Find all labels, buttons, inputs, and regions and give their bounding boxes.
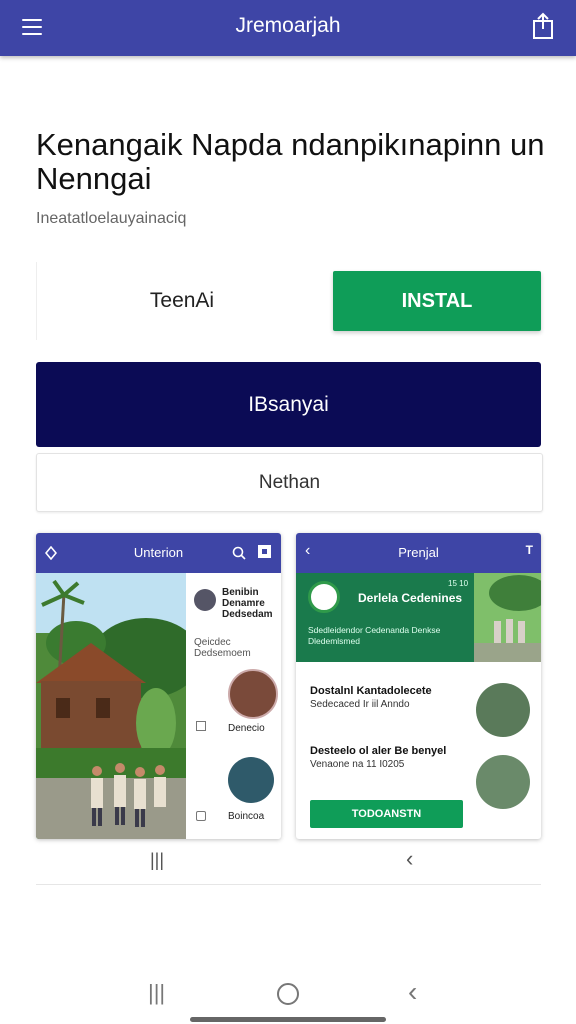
preview-app-bar: ‹ Prenjal T	[296, 533, 541, 573]
divider	[36, 884, 541, 885]
banner-subtitle: Sdedleidendor Cedenanda Denkse Dledemlsm…	[308, 625, 441, 646]
list-thumbnail	[476, 683, 530, 737]
list-item-title: Desteelo ol aler Be benyel	[310, 745, 447, 757]
app-bar: Jremoarjah	[0, 0, 576, 56]
app-subtitle: Ineatatloelauyainaciq	[36, 210, 187, 227]
preview-screenshot-1[interactable]: Unterion Benibin Denamre Dedsedam Qeicde…	[36, 533, 281, 839]
search-icon	[232, 546, 246, 560]
sidebar-label: Denecio	[228, 723, 265, 734]
preview-screenshot-2[interactable]: ‹ Prenjal T Derlela Cedenines 15 10 Sded…	[296, 533, 541, 839]
banner-photo	[474, 573, 541, 662]
avatar	[194, 589, 216, 611]
preview-photo	[36, 573, 186, 839]
preview-action-button: TODOANSTN	[310, 800, 463, 828]
share-icon[interactable]	[532, 12, 554, 40]
list-item-title: Dostalnl Kantadolecete	[310, 685, 432, 697]
qr-icon	[258, 545, 271, 558]
banner-badge: 15 10	[448, 579, 469, 588]
list-item-subtitle: Sedecaced Ir iil Anndo	[310, 699, 410, 710]
filter-icon: T	[525, 543, 533, 557]
open-button[interactable]: TeenAi	[36, 262, 327, 340]
avatar	[228, 757, 274, 803]
sidebar-label: Boincoa	[228, 811, 265, 822]
secondary-action-button[interactable]: Nethan	[36, 453, 543, 512]
banner-title: Derlela Cedenines	[358, 591, 463, 605]
back-button[interactable]: ‹	[408, 976, 417, 1008]
list-thumbnail	[476, 755, 530, 809]
back-icon[interactable]: ‹	[406, 846, 413, 872]
calendar-icon	[196, 811, 206, 821]
gesture-bar[interactable]	[190, 1017, 386, 1022]
list-item-subtitle: Venaone na 11 I0205	[310, 759, 405, 770]
preview-title: Prenjal	[398, 545, 439, 560]
home-button[interactable]	[277, 983, 299, 1005]
sidebar-text: Benibin Denamre Dedsedam	[222, 587, 273, 620]
app-headline: Kenangaik Napda ndanpikınapinn un Nennga…	[36, 127, 545, 196]
recents-button[interactable]: |||	[148, 980, 165, 1006]
calendar-icon	[196, 721, 206, 731]
avatar	[228, 669, 278, 719]
preview-app-bar: Unterion	[36, 533, 281, 573]
install-button[interactable]: INSTAL	[333, 271, 541, 331]
recents-icon[interactable]: |||	[150, 850, 164, 871]
sidebar-caption: Qeicdec Dedsemoem	[194, 637, 251, 659]
primary-action-button[interactable]: IBsanyai	[36, 362, 541, 447]
app-title: Jremoarjah	[235, 14, 341, 37]
logo	[308, 581, 340, 613]
preview-sidebar: Benibin Denamre Dedsedam Qeicdec Dedsemo…	[186, 573, 281, 839]
preview-banner: Derlela Cedenines 15 10 Sdedleidendor Ce…	[296, 573, 541, 662]
